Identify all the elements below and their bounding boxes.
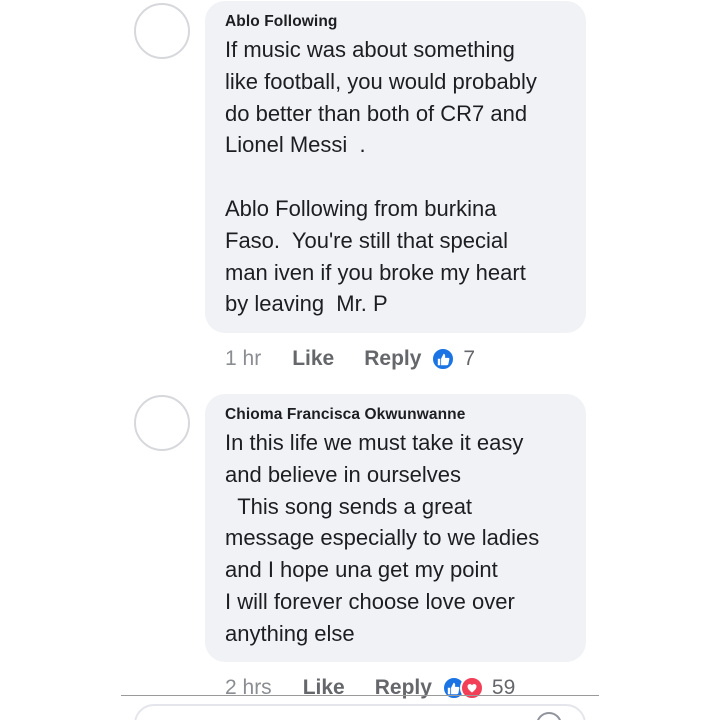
comment-input[interactable] [134,704,586,720]
reaction-count: 59 [491,676,516,699]
reply-button[interactable]: Reply [375,676,432,700]
love-icon [459,676,484,700]
like-button[interactable]: Like [292,347,334,371]
like-icon [431,347,456,371]
comment-author[interactable]: Chioma Francisca Okwunwanne [225,405,572,425]
comment-bubble: Chioma Francisca Okwunwanne In this life… [205,394,586,662]
comment-timestamp[interactable]: 2 hrs [225,676,272,700]
comment-text: If music was about something like footba… [225,37,537,317]
reaction-count: 7 [463,347,476,370]
like-button[interactable]: Like [303,676,345,700]
avatar[interactable] [134,395,190,451]
divider [121,695,599,696]
comment-author[interactable]: Ablo Following [225,12,572,32]
reply-button[interactable]: Reply [364,347,421,371]
reaction-summary[interactable]: 59 [441,676,516,700]
reaction-summary[interactable]: 7 [431,347,475,371]
comment-text: In this life we must take it easy and be… [225,430,540,646]
comment-timestamp[interactable]: 1 hr [225,347,261,371]
comment-bubble: Ablo Following If music was about someth… [205,1,586,333]
avatar[interactable] [134,3,190,59]
comment-actions: 2 hrs Like Reply 59 [225,673,515,703]
comments-page: Ablo Following If music was about someth… [0,0,720,720]
comment-actions: 1 hr Like Reply 7 [225,344,475,374]
